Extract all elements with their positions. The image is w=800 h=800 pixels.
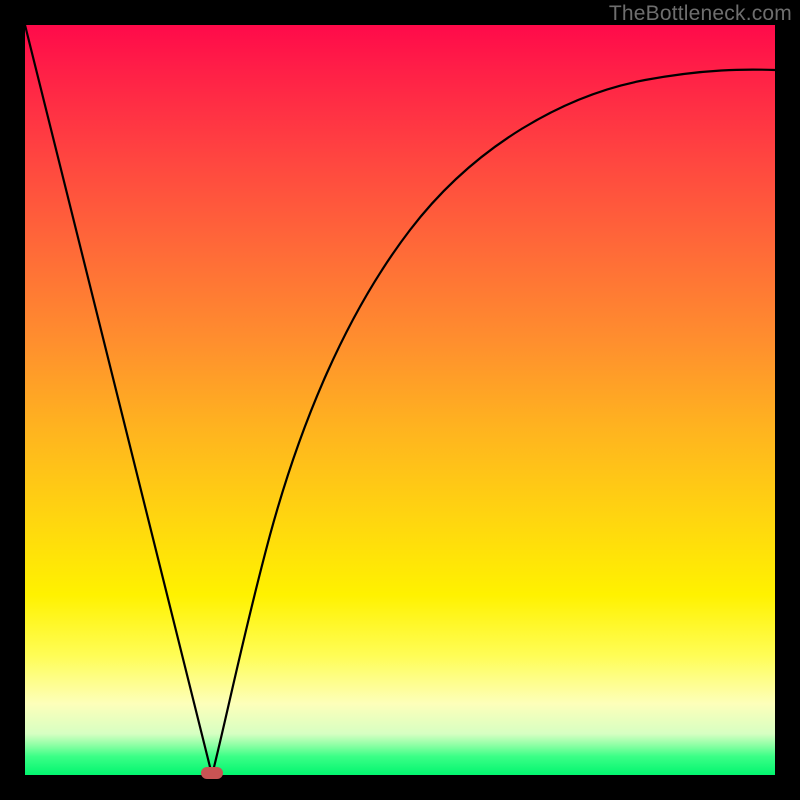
- watermark-text: TheBottleneck.com: [609, 2, 792, 26]
- curve-right-branch: [212, 70, 775, 775]
- optimal-marker: [201, 767, 223, 779]
- chart-frame: TheBottleneck.com: [0, 0, 800, 800]
- bottleneck-curve: [25, 25, 775, 775]
- plot-area: [25, 25, 775, 775]
- curve-left-branch: [25, 25, 212, 775]
